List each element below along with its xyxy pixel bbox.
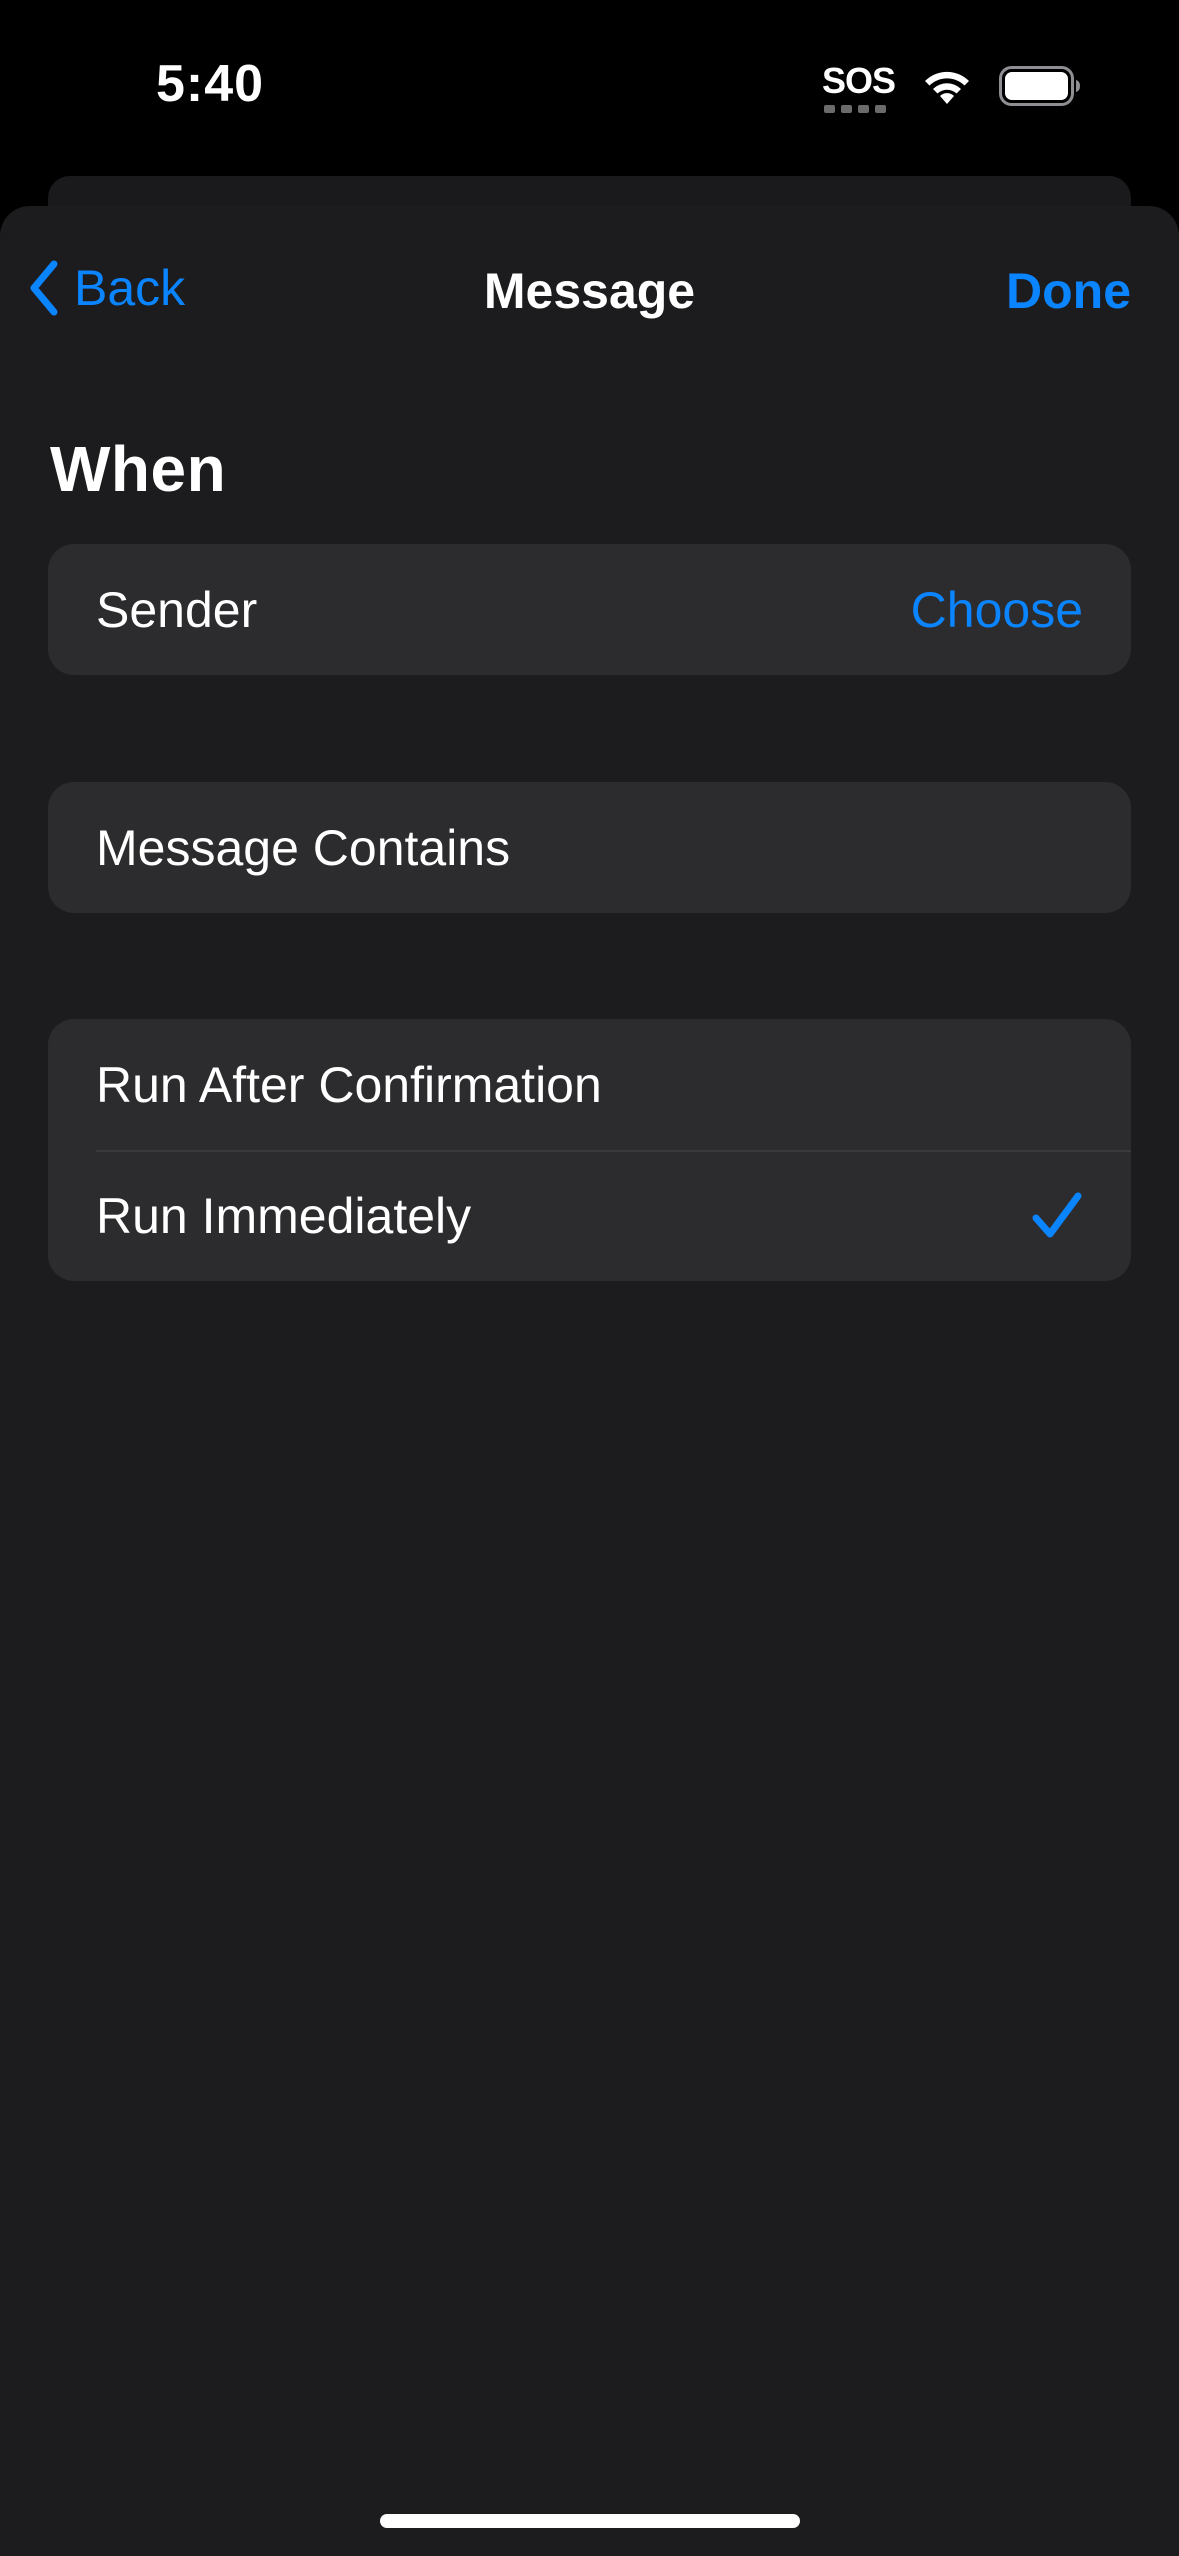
status-indicators: SOS bbox=[822, 62, 1081, 114]
run-options-group: Run After Confirmation Run Immediately bbox=[48, 1019, 1131, 1281]
checkmark-icon bbox=[1031, 1191, 1083, 1241]
sender-row[interactable]: Sender Choose bbox=[48, 544, 1131, 675]
sender-group: Sender Choose bbox=[48, 544, 1131, 675]
signal-dots bbox=[823, 105, 886, 113]
sos-indicator: SOS bbox=[821, 60, 896, 113]
run-option-immediately[interactable]: Run Immediately bbox=[48, 1150, 1131, 1281]
page-title: Message bbox=[483, 263, 696, 319]
battery-icon bbox=[999, 65, 1081, 111]
done-button[interactable]: Done bbox=[1006, 262, 1131, 320]
message-contains-group: Message Contains bbox=[48, 782, 1131, 913]
sos-label: SOS bbox=[821, 60, 896, 101]
status-time: 5:40 bbox=[156, 55, 265, 113]
sender-label: Sender bbox=[96, 581, 258, 638]
section-header-when: When bbox=[50, 433, 227, 505]
message-trigger-sheet: Back Message Done When Sender Choose Mes… bbox=[0, 206, 1179, 2556]
run-option-after-confirmation[interactable]: Run After Confirmation bbox=[48, 1019, 1131, 1150]
run-option-label: Run After Confirmation bbox=[96, 1056, 602, 1113]
message-contains-row[interactable]: Message Contains bbox=[48, 782, 1131, 913]
run-option-label: Run Immediately bbox=[96, 1187, 472, 1244]
message-contains-label: Message Contains bbox=[96, 819, 511, 876]
choose-sender-button[interactable]: Choose bbox=[911, 581, 1083, 639]
home-indicator[interactable] bbox=[380, 2514, 800, 2528]
status-bar: 5:40 SOS bbox=[0, 0, 1179, 170]
wifi-icon bbox=[921, 66, 973, 111]
navigation-bar: Back Message Done bbox=[0, 206, 1179, 376]
